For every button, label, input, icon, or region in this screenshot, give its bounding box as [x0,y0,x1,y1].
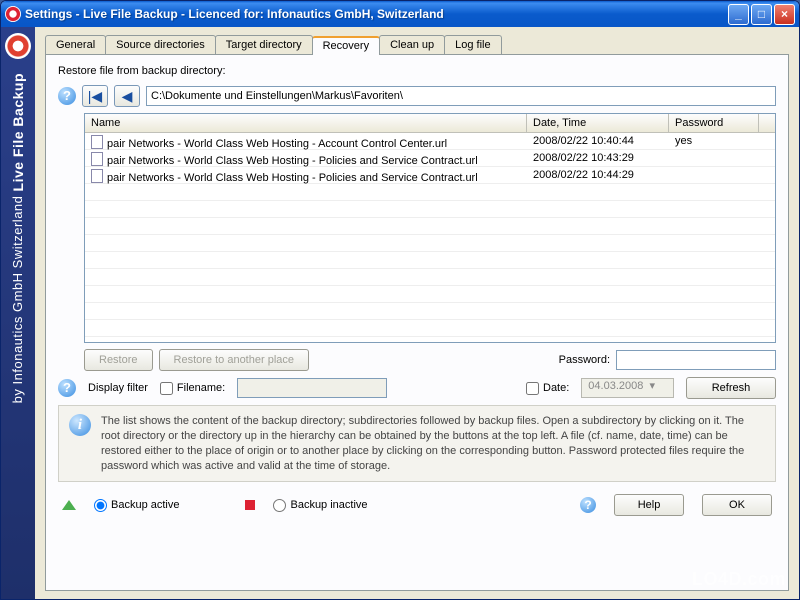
grid-header: Name Date, Time Password [85,114,775,133]
help-icon[interactable]: ? [580,497,596,513]
tab-bar: General Source directories Target direct… [45,35,789,54]
backup-inactive-label: Backup inactive [290,499,367,511]
filename-checkbox[interactable] [160,382,173,395]
col-spacer [759,114,775,132]
tab-general[interactable]: General [45,35,106,54]
maximize-button[interactable]: □ [751,4,772,25]
date-label: Date: [543,382,569,394]
play-icon [62,500,76,510]
settings-window: Settings - Live File Backup - Licenced f… [0,0,800,600]
table-row[interactable]: pair Networks - World Class Web Hosting … [85,133,775,150]
table-row[interactable]: pair Networks - World Class Web Hosting … [85,150,775,167]
display-filter-label: Display filter [88,382,148,394]
tab-target-directory[interactable]: Target directory [215,35,313,54]
password-input[interactable] [616,350,776,370]
ok-button[interactable]: OK [702,494,772,516]
stop-icon [245,500,255,510]
close-button[interactable]: × [774,4,795,25]
filename-label: Filename: [177,382,225,394]
backup-active-radio[interactable] [94,499,107,512]
info-panel: i The list shows the content of the back… [58,405,776,482]
help-icon[interactable]: ? [58,87,76,105]
help-icon[interactable]: ? [58,379,76,397]
nav-root-button[interactable]: |◀ [82,85,108,107]
backup-active-label: Backup active [111,499,179,511]
password-label: Password: [559,354,610,366]
tab-recovery[interactable]: Recovery [312,36,380,55]
filename-input [237,378,387,398]
col-date[interactable]: Date, Time [527,114,669,132]
window-title: Settings - Live File Backup - Licenced f… [25,7,728,21]
backup-inactive-radio[interactable] [273,499,286,512]
titlebar: Settings - Live File Backup - Licenced f… [1,1,799,27]
minimize-button[interactable]: _ [728,4,749,25]
tab-source-directories[interactable]: Source directories [105,35,216,54]
nav-up-button[interactable]: ◀ [114,85,140,107]
col-password[interactable]: Password [669,114,759,132]
recovery-panel: Restore file from backup directory: ? |◀… [45,54,789,591]
info-icon: i [69,414,91,436]
restore-button[interactable]: Restore [84,349,153,371]
file-grid: Name Date, Time Password pair Networks -… [84,113,776,343]
tab-log-file[interactable]: Log file [444,35,501,54]
grid-body: pair Networks - World Class Web Hosting … [85,133,775,337]
table-row[interactable]: pair Networks - World Class Web Hosting … [85,167,775,184]
file-icon [91,135,103,149]
path-input[interactable] [146,86,776,106]
help-button[interactable]: Help [614,494,684,516]
tab-clean-up[interactable]: Clean up [379,35,445,54]
sidebar-company: by Infonautics GmbH Switzerland [10,196,25,404]
sidebar-product: Live File Backup [10,73,26,191]
file-icon [91,152,103,166]
restore-other-button[interactable]: Restore to another place [159,349,309,371]
lifebuoy-icon [5,33,31,59]
col-name[interactable]: Name [85,114,527,132]
date-checkbox[interactable] [526,382,539,395]
app-icon [5,6,21,22]
sidebar: by Infonautics GmbH Switzerland Live Fil… [1,27,35,599]
footer: Backup active Backup inactive ? Help OK [58,488,776,518]
date-picker[interactable]: 04.03.2008 ▾ [581,378,674,398]
refresh-button[interactable]: Refresh [686,377,776,399]
file-icon [91,169,103,183]
restore-heading: Restore file from backup directory: [58,65,776,77]
info-text: The list shows the content of the backup… [101,414,765,473]
